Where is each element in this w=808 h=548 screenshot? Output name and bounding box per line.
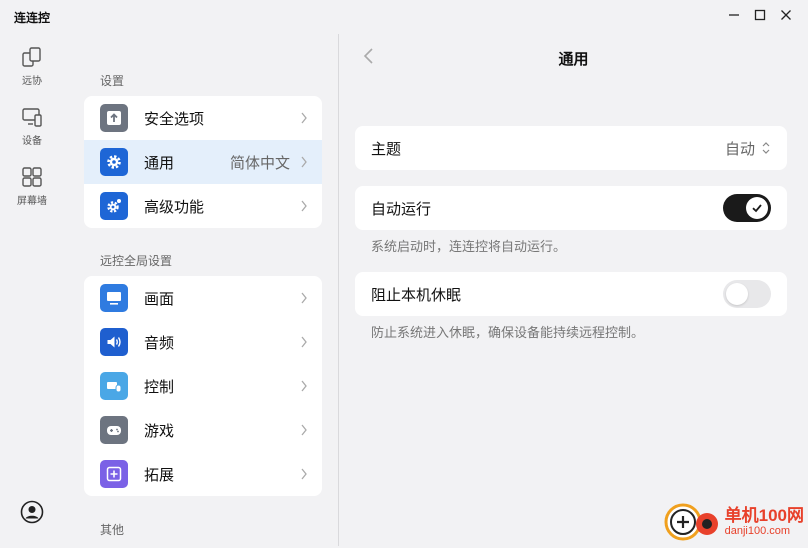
- rail-label: 屏幕墙: [17, 196, 47, 207]
- control-icon: [100, 372, 128, 400]
- chevron-right-icon: [301, 200, 307, 212]
- remote-item-label: 游戏: [144, 422, 175, 440]
- auto-run-row: 自动运行: [355, 186, 787, 230]
- updown-chevron-icon: [762, 142, 770, 154]
- section-title-other: 其他: [100, 523, 125, 537]
- settings-list-panel: 设置 安全选项 通用 简体中文 高级功能 远控全局设置 画面 音频 控制 游戏 …: [64, 34, 338, 548]
- language-value: 简体中文: [229, 154, 290, 172]
- app-title: 连连控: [14, 11, 51, 25]
- remote-item-label: 音频: [144, 334, 175, 352]
- remote-item-game[interactable]: 游戏: [84, 408, 322, 452]
- rail-label: 设备: [22, 136, 42, 147]
- chevron-right-icon: [301, 468, 307, 480]
- settings-item-advanced[interactable]: 高级功能: [84, 184, 322, 228]
- device-icon: [22, 108, 42, 127]
- rail-item-remote-assist[interactable]: 远协: [0, 46, 64, 87]
- window-controls: [724, 6, 796, 24]
- speaker-icon: [100, 328, 128, 356]
- page-title: 通用: [558, 51, 589, 68]
- prevent-sleep-row: 阻止本机休眠: [355, 272, 787, 316]
- theme-value: 自动: [724, 140, 755, 158]
- section-title-settings: 设置: [100, 74, 125, 88]
- settings-item-general[interactable]: 通用 简体中文: [84, 140, 322, 184]
- prevent-sleep-toggle[interactable]: [723, 280, 771, 308]
- rail-item-device[interactable]: 设备: [0, 106, 64, 147]
- theme-label: 主题: [371, 140, 402, 158]
- rail-label: 远协: [22, 76, 42, 87]
- remote-assist-icon: [22, 47, 41, 67]
- user-avatar-icon[interactable]: [20, 500, 44, 524]
- security-icon: [100, 104, 128, 132]
- chevron-right-icon: [301, 380, 307, 392]
- auto-run-description: 系统启动时，连连控将自动运行。: [371, 239, 567, 254]
- chevron-right-icon: [301, 292, 307, 304]
- nav-rail: 远协 设备 屏幕墙: [0, 34, 64, 548]
- remote-item-extension[interactable]: 拓展: [84, 452, 322, 496]
- remote-item-label: 画面: [144, 290, 175, 308]
- minimize-icon: [729, 14, 739, 16]
- section-title-remote: 远控全局设置: [100, 254, 173, 268]
- check-icon: [752, 204, 762, 213]
- theme-row[interactable]: 主题 自动: [355, 126, 787, 170]
- settings-group: 安全选项 通用 简体中文 高级功能: [84, 96, 322, 228]
- chevron-right-icon: [301, 424, 307, 436]
- monitor-icon: [100, 284, 128, 312]
- maximize-button[interactable]: [750, 6, 770, 24]
- remote-item-audio[interactable]: 音频: [84, 320, 322, 364]
- theme-select[interactable]: 自动: [725, 138, 771, 159]
- remote-item-label: 拓展: [144, 466, 175, 484]
- prevent-sleep-label: 阻止本机休眠: [371, 286, 462, 304]
- remote-settings-group: 画面 音频 控制 游戏 拓展: [84, 276, 322, 496]
- prevent-sleep-description: 防止系统进入休眠，确保设备能持续远程控制。: [371, 325, 645, 340]
- chevron-right-icon: [301, 336, 307, 348]
- settings-item-label: 高级功能: [144, 198, 205, 216]
- settings-item-label: 通用: [144, 154, 175, 172]
- settings-item-security[interactable]: 安全选项: [84, 96, 322, 140]
- remote-item-label: 控制: [144, 378, 175, 396]
- chevron-right-icon: [301, 112, 307, 124]
- watermark: 单机100网 danji100.com: [663, 502, 804, 542]
- close-icon: [781, 10, 791, 20]
- gear-icon: [100, 148, 128, 176]
- plus-box-icon: [100, 460, 128, 488]
- remote-item-control[interactable]: 控制: [84, 364, 322, 408]
- watermark-main-text: 单机100网: [724, 505, 804, 525]
- minimize-button[interactable]: [724, 6, 744, 24]
- remote-item-display[interactable]: 画面: [84, 276, 322, 320]
- auto-run-label: 自动运行: [371, 200, 432, 218]
- gamepad-icon: [100, 416, 128, 444]
- detail-panel: 通用 主题 自动 自动运行 系统启动时，连连控将自动运行。 阻止本机休眠 防止系…: [339, 34, 808, 548]
- toggle-knob: [746, 197, 768, 219]
- settings-item-label: 安全选项: [144, 110, 205, 128]
- chevron-right-icon: [301, 156, 307, 168]
- advanced-gear-icon: [100, 192, 128, 220]
- grid-icon: [22, 167, 42, 187]
- watermark-sub-text: danji100.com: [724, 525, 791, 538]
- toggle-knob: [726, 283, 748, 305]
- auto-run-toggle[interactable]: [723, 194, 771, 222]
- watermark-logo-icon: [664, 503, 718, 541]
- maximize-icon: [754, 9, 766, 21]
- rail-item-screen-wall[interactable]: 屏幕墙: [0, 166, 64, 207]
- close-button[interactable]: [776, 6, 796, 24]
